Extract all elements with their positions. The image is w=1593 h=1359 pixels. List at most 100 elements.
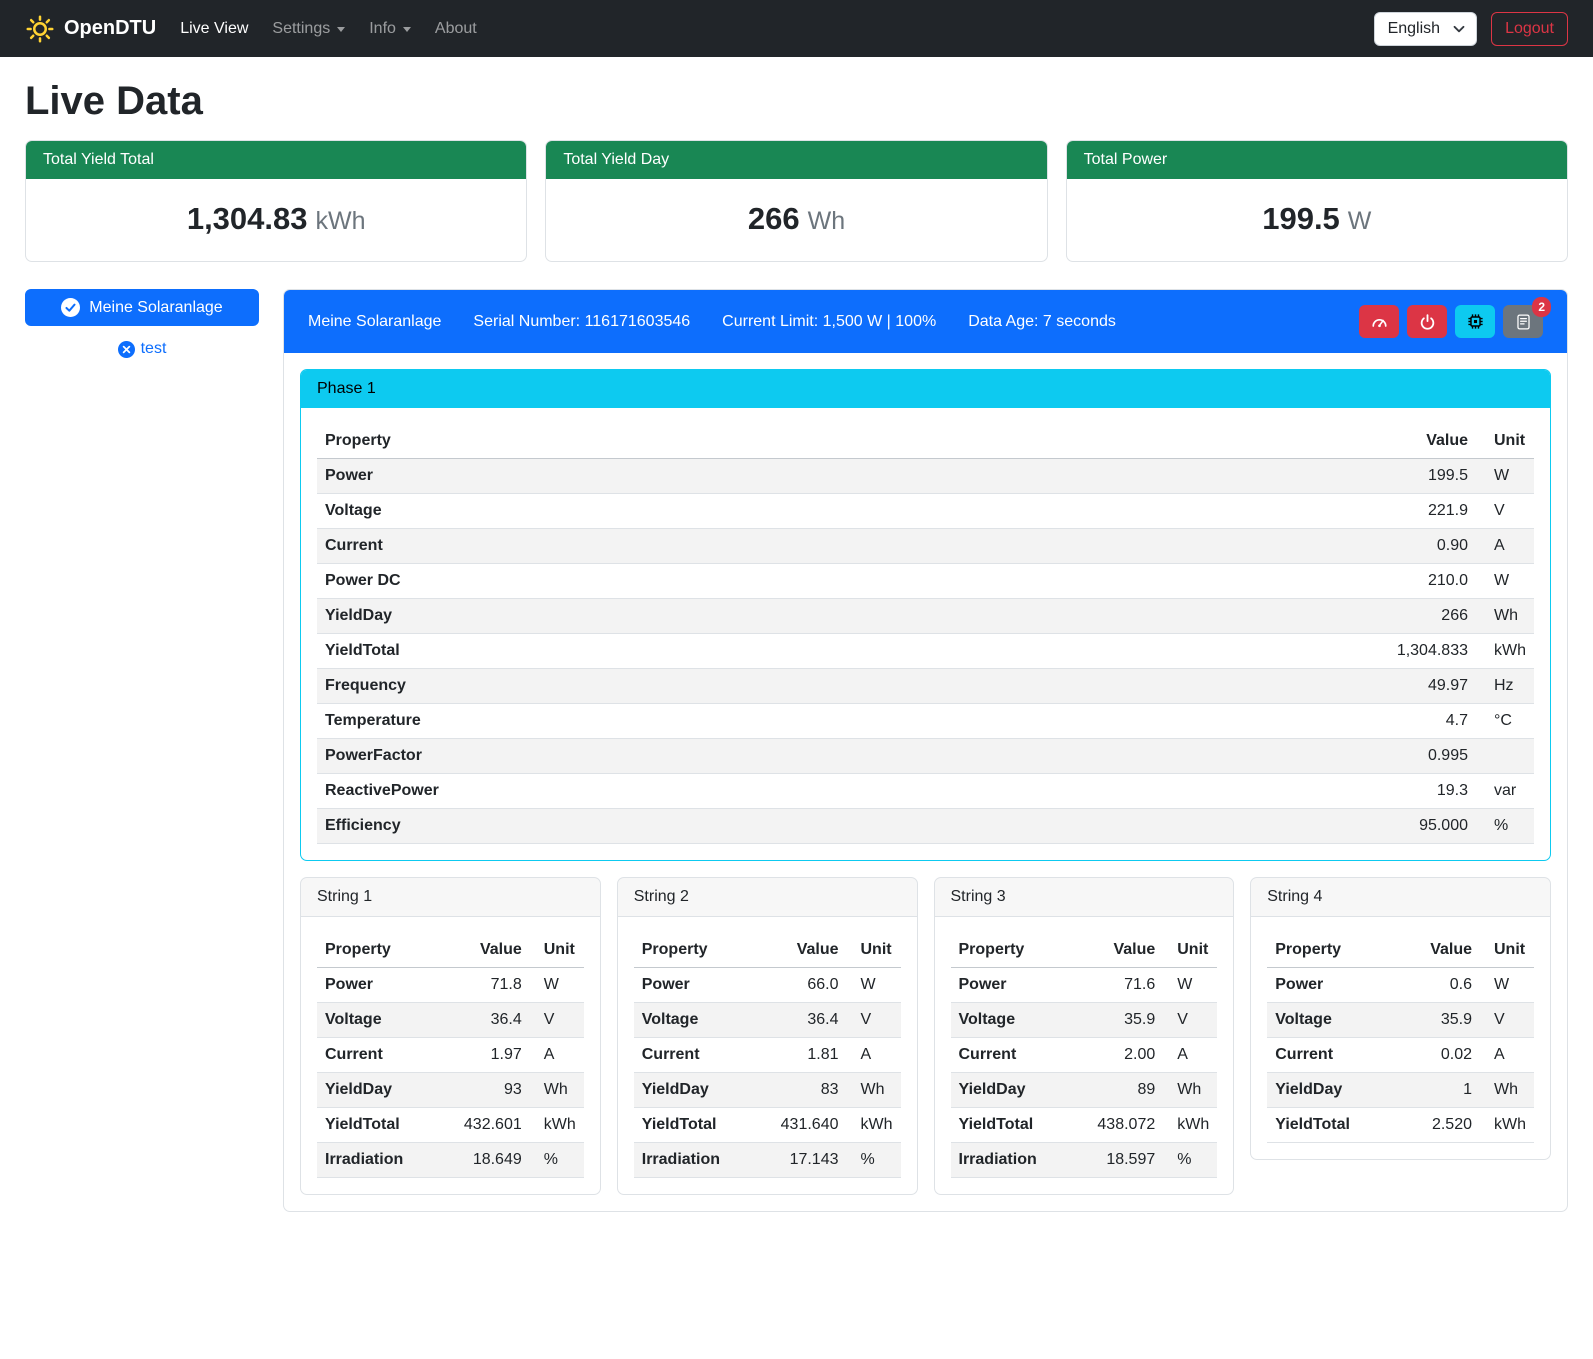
string-card-body: Property Value Unit Power [301, 917, 600, 1194]
brand-label: OpenDTU [64, 17, 156, 40]
power-button[interactable] [1407, 305, 1447, 338]
nav-settings[interactable]: Settings [260, 12, 357, 46]
unit-cell: A [1480, 1038, 1534, 1073]
table-row: YieldDay 1 Wh [1267, 1073, 1534, 1108]
inverter-panel-header: Meine Solaranlage Serial Number: 1161716… [284, 290, 1567, 353]
col-property: Property [951, 933, 1090, 968]
table-row: Temperature 4.7 °C [317, 704, 1534, 739]
value-cell: 2.00 [1089, 1038, 1163, 1073]
unit-cell: kWh [1476, 634, 1534, 669]
string-card-body: Property Value Unit Power [618, 917, 917, 1194]
property-cell: Current [317, 1038, 456, 1073]
unit-cell: kWh [847, 1108, 901, 1143]
summary-card-title: Total Power [1067, 141, 1567, 179]
table-row: Current 0.90 A [317, 529, 1534, 564]
unit-cell: °C [1476, 704, 1534, 739]
language-select-value: English [1388, 20, 1440, 38]
property-cell: YieldTotal [1267, 1108, 1422, 1143]
unit-cell: W [1476, 459, 1534, 494]
table-row: YieldTotal 432.601 kWh [317, 1108, 584, 1143]
string-table-head: Property Value Unit [1267, 933, 1534, 968]
value-cell: 71.6 [1089, 968, 1163, 1003]
string-card-title: String 2 [618, 878, 917, 917]
string-table-body: Power 71.8 W Voltage 36.4 V [317, 968, 584, 1178]
summary-unit: W [1348, 207, 1372, 235]
journal-icon [1515, 313, 1532, 331]
value-cell: 0.90 [1389, 529, 1476, 564]
logout-button[interactable]: Logout [1491, 12, 1568, 46]
string-table: Property Value Unit Power [634, 933, 901, 1178]
value-cell: 0.995 [1389, 739, 1476, 774]
unit-cell: kWh [530, 1108, 584, 1143]
property-cell: Voltage [317, 494, 1389, 529]
nav-about[interactable]: About [423, 12, 489, 46]
unit-cell: % [530, 1143, 584, 1178]
value-cell: 93 [456, 1073, 530, 1108]
cpu-icon [1466, 312, 1485, 331]
property-cell: Irradiation [951, 1143, 1090, 1178]
summary-card-body: 199.5 W [1067, 179, 1567, 261]
chevron-down-icon [1453, 25, 1465, 33]
value-cell: 35.9 [1422, 1003, 1480, 1038]
unit-cell: W [1480, 968, 1534, 1003]
event-log-button[interactable]: 2 [1503, 305, 1543, 338]
unit-cell: Wh [1163, 1073, 1217, 1108]
brand-link[interactable]: OpenDTU [25, 14, 156, 44]
navbar: OpenDTU Live View Settings Info About En… [0, 0, 1593, 57]
table-row: Voltage 36.4 V [317, 1003, 584, 1038]
caret-down-icon [337, 27, 345, 32]
col-property: Property [317, 424, 1389, 459]
events-count-badge: 2 [1532, 297, 1551, 317]
device-info-button[interactable] [1455, 305, 1495, 338]
summary-unit: Wh [808, 207, 846, 235]
unit-cell: W [1476, 564, 1534, 599]
property-cell: Voltage [951, 1003, 1090, 1038]
nav-info[interactable]: Info [357, 12, 423, 46]
table-row: Power 66.0 W [634, 968, 901, 1003]
table-row: PowerFactor 0.995 [317, 739, 1534, 774]
col-property: Property [1267, 933, 1422, 968]
table-header-row: Property Value Unit [317, 933, 584, 968]
unit-cell: A [847, 1038, 901, 1073]
sidebar-item-test[interactable]: test [25, 340, 259, 358]
table-row: ReactivePower 19.3 var [317, 774, 1534, 809]
gauge-icon [1370, 313, 1389, 330]
phase-table: Property Value Unit Power [317, 424, 1534, 844]
col-value: Value [773, 933, 847, 968]
property-cell: YieldTotal [634, 1108, 773, 1143]
summary-cards: Total Yield Total 1,304.83kWh Total Yiel… [0, 140, 1593, 262]
table-row: Voltage 35.9 V [1267, 1003, 1534, 1038]
table-row: Irradiation 18.597 % [951, 1143, 1218, 1178]
value-cell: 66.0 [773, 968, 847, 1003]
col-value: Value [456, 933, 530, 968]
unit-cell: W [530, 968, 584, 1003]
table-row: Voltage 36.4 V [634, 1003, 901, 1038]
string-table-head: Property Value Unit [634, 933, 901, 968]
string-card-1: String 1 Property Value Unit [300, 877, 601, 1195]
value-cell: 49.97 [1389, 669, 1476, 704]
property-cell: Power [317, 459, 1389, 494]
language-select[interactable]: English [1374, 12, 1477, 46]
col-value: Value [1089, 933, 1163, 968]
table-row: YieldDay 83 Wh [634, 1073, 901, 1108]
table-row: YieldDay 93 Wh [317, 1073, 584, 1108]
summary-value: 199.5 [1262, 201, 1340, 236]
limit-settings-button[interactable] [1359, 305, 1399, 338]
value-cell: 89 [1089, 1073, 1163, 1108]
string-card-body: Property Value Unit Power [1251, 917, 1550, 1159]
value-cell: 18.649 [456, 1143, 530, 1178]
property-cell: Voltage [634, 1003, 773, 1038]
string-table-body: Power 66.0 W Voltage 36.4 V [634, 968, 901, 1178]
nav-live-view[interactable]: Live View [168, 12, 260, 46]
col-property: Property [317, 933, 456, 968]
value-cell: 438.072 [1089, 1108, 1163, 1143]
unit-cell: % [1476, 809, 1534, 844]
value-cell: 1 [1422, 1073, 1480, 1108]
table-header-row: Property Value Unit [951, 933, 1218, 968]
main-content: Meine Solaranlage test Meine Solaranlage… [0, 262, 1593, 1242]
inverter-select-button[interactable]: Meine Solaranlage [25, 289, 259, 326]
value-cell: 431.640 [773, 1108, 847, 1143]
unit-cell: Hz [1476, 669, 1534, 704]
property-cell: Current [317, 529, 1389, 564]
property-cell: Current [634, 1038, 773, 1073]
